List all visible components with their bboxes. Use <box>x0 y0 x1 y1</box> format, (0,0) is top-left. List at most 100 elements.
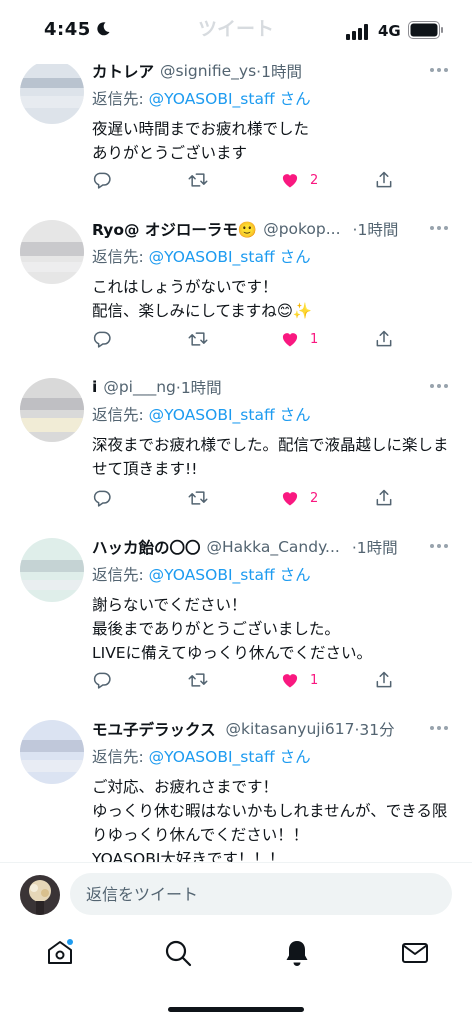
display-name[interactable]: モユ子デラックス <box>92 718 216 740</box>
user-handle[interactable]: @kitasanyuji617 <box>226 720 355 738</box>
reply-icon <box>93 672 111 689</box>
avatar[interactable] <box>20 720 84 784</box>
retweet-button[interactable] <box>188 668 208 692</box>
like-count: 2 <box>310 490 319 506</box>
mention-link[interactable]: @YOASOBI_staff <box>149 90 275 108</box>
status-bar: ツイート 4:45 4G <box>0 0 472 64</box>
tweet-actions: 2 <box>92 168 402 192</box>
messages-icon[interactable] <box>400 938 430 968</box>
tweet[interactable]: i @pi___ng ·1時間 返信先: @YOASOBI_staff さん 深… <box>0 364 472 525</box>
reply-input[interactable] <box>70 873 452 915</box>
avatar[interactable] <box>20 378 84 442</box>
avatar[interactable] <box>20 220 84 284</box>
more-icon[interactable] <box>428 62 450 78</box>
like-button[interactable]: 1 <box>280 668 318 692</box>
reply-prefix: 返信先: <box>92 566 149 584</box>
reply-context: 返信先: @YOASOBI_staff さん <box>92 745 450 767</box>
tweet[interactable]: ハッカ飴の〇〇 @Hakka_Candy... ·1時間 返信先: @YOASO… <box>0 524 472 707</box>
share-button[interactable] <box>374 668 394 692</box>
user-handle[interactable]: @pi___ng <box>103 378 176 396</box>
reply-button[interactable] <box>92 327 112 351</box>
avatar-stripe <box>20 760 84 772</box>
tweet-time[interactable]: ·31分 <box>355 718 395 740</box>
like-count: 2 <box>310 172 319 188</box>
like-button[interactable]: 1 <box>280 327 318 351</box>
tweet[interactable]: Ryo@ オジローラモ🙂 @pokop... ·1時間 返信先: @YOASOB… <box>0 206 472 365</box>
tweet-text: 夜遅い時間までお疲れ様でした ありがとうございます <box>92 120 310 162</box>
share-button[interactable] <box>374 486 394 510</box>
like-button[interactable]: 2 <box>280 168 318 192</box>
share-button[interactable] <box>374 327 394 351</box>
reply-button[interactable] <box>92 668 112 692</box>
reply-button[interactable] <box>92 486 112 510</box>
notifications-icon[interactable] <box>282 938 312 968</box>
tab-bar <box>0 924 472 1024</box>
like-count: 1 <box>310 331 319 347</box>
reply-suffix: さん <box>279 248 311 266</box>
signal-icon <box>346 24 368 40</box>
tweet-text: 謝らないでください！ 最後までありがとうございました。 LIVEに備えてゆっくり… <box>92 596 373 662</box>
mention-link[interactable]: @YOASOBI_staff <box>149 566 275 584</box>
share-icon <box>376 489 392 506</box>
avatar-stripe <box>20 418 84 432</box>
network-label: 4G <box>378 22 401 40</box>
mention-link[interactable]: @YOASOBI_staff <box>149 406 275 424</box>
retweet-icon <box>188 332 208 346</box>
more-icon[interactable] <box>428 220 450 236</box>
reply-context: 返信先: @YOASOBI_staff さん <box>92 245 450 267</box>
search-icon[interactable] <box>163 938 193 968</box>
avatar-bg <box>20 60 84 124</box>
tweet[interactable]: カトレア @signifie_ys ·1時間 返信先: @YOASOBI_sta… <box>0 48 472 207</box>
avatar-stripe <box>20 740 84 752</box>
tweet[interactable]: モユ子デラックス @kitasanyuji617 ·31分 返信先: @YOAS… <box>0 706 472 862</box>
retweet-icon <box>188 491 208 505</box>
retweet-button[interactable] <box>188 168 208 192</box>
reply-suffix: さん <box>279 406 311 424</box>
more-icon[interactable] <box>428 378 450 394</box>
display-name[interactable]: ハッカ飴の〇〇 <box>92 536 201 558</box>
home-icon[interactable] <box>45 938 75 968</box>
reply-icon <box>93 490 111 507</box>
reply-suffix: さん <box>279 90 311 108</box>
share-button[interactable] <box>374 168 394 192</box>
status-time: 4:45 <box>44 19 91 40</box>
avatar-stripe <box>20 96 84 108</box>
reply-bar <box>0 862 472 925</box>
like-count: 1 <box>310 672 319 688</box>
tweet-time[interactable]: ·1時間 <box>176 376 222 398</box>
heart-filled-icon <box>282 174 298 188</box>
mention-link[interactable]: @YOASOBI_staff <box>149 248 275 266</box>
tweet-actions: 2 <box>92 486 402 510</box>
tweet-time[interactable]: ·1時間 <box>352 536 398 558</box>
display-name[interactable]: Ryo@ オジローラモ🙂 <box>92 218 257 240</box>
reply-prefix: 返信先: <box>92 90 149 108</box>
more-icon[interactable] <box>428 538 450 554</box>
reply-prefix: 返信先: <box>92 248 149 266</box>
avatar-stripe <box>20 242 84 256</box>
reply-context: 返信先: @YOASOBI_staff さん <box>92 87 450 109</box>
retweet-icon <box>188 173 208 187</box>
battery-icon <box>408 21 443 39</box>
avatar[interactable] <box>20 60 84 124</box>
my-avatar[interactable] <box>20 875 60 915</box>
user-handle[interactable]: @Hakka_Candy... <box>207 538 340 556</box>
tweet-text: ご対応、お疲れさまです！ ゆっくり休む暇はないかもしれませんが、できる限りゆっく… <box>92 778 448 862</box>
display-name[interactable]: i <box>92 378 97 396</box>
retweet-button[interactable] <box>188 327 208 351</box>
reply-button[interactable] <box>92 168 112 192</box>
user-handle[interactable]: @signifie_ys <box>160 62 256 80</box>
avatar-stripe <box>20 262 84 272</box>
like-button[interactable]: 2 <box>280 486 318 510</box>
share-icon <box>376 171 392 188</box>
user-handle[interactable]: @pokop... <box>263 220 340 238</box>
avatar[interactable] <box>20 538 84 602</box>
tweet-time[interactable]: ·1時間 <box>353 218 399 240</box>
moon-icon <box>97 22 110 36</box>
more-icon[interactable] <box>428 720 450 736</box>
retweet-button[interactable] <box>188 486 208 510</box>
reply-prefix: 返信先: <box>92 406 149 424</box>
share-icon <box>376 330 392 347</box>
reply-context: 返信先: @YOASOBI_staff さん <box>92 403 450 425</box>
mention-link[interactable]: @YOASOBI_staff <box>149 748 275 766</box>
tweet-actions: 1 <box>92 327 402 351</box>
